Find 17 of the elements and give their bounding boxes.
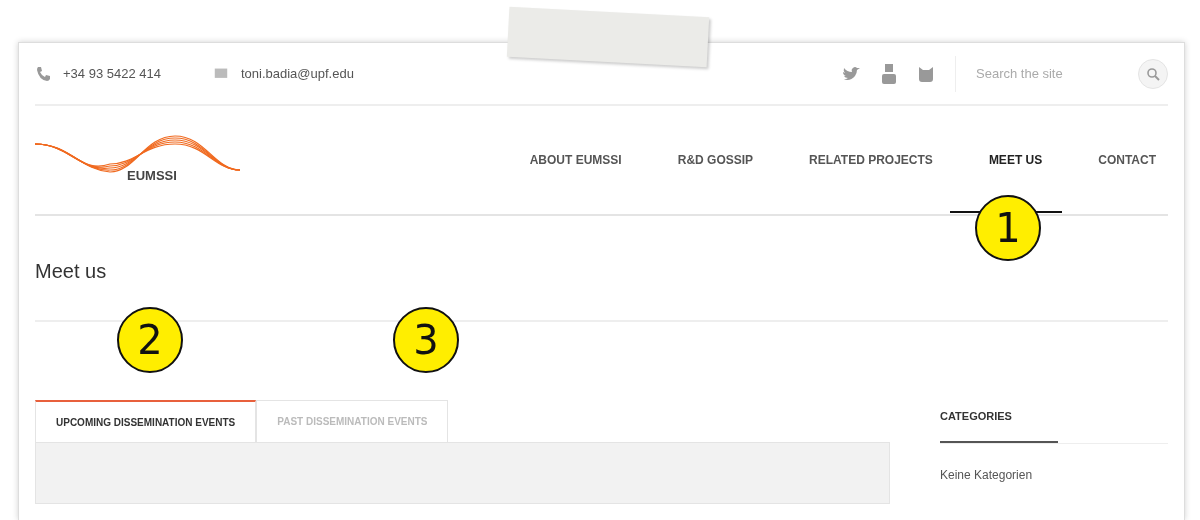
nav-link[interactable]: MEET US: [988, 153, 1043, 167]
search-icon: [1146, 66, 1160, 81]
page-title: Meet us: [35, 259, 107, 283]
phone-number: +34 93 5422 414: [63, 66, 161, 81]
nav-link[interactable]: RELATED PROJECTS: [809, 153, 933, 167]
nav-link[interactable]: R&D GOSSIP: [677, 153, 754, 167]
bird-icon[interactable]: [841, 64, 861, 83]
tab[interactable]: UPCOMING DISSEMINATION EVENTS: [35, 400, 257, 442]
cat-face-icon[interactable]: [917, 65, 935, 82]
nav-link[interactable]: CONTACT: [1098, 153, 1156, 167]
phone-icon: [35, 64, 53, 83]
search-button[interactable]: [1138, 58, 1168, 89]
sidebar-text: Keine Kategorien: [940, 468, 1034, 482]
nav-link[interactable]: ABOUT EUMSSI: [529, 153, 622, 167]
email-address[interactable]: toni.badia@upf.edu: [240, 66, 354, 81]
sidebar-heading: CATEGORIES: [940, 410, 1058, 443]
logo[interactable]: EUMSSI: [35, 130, 245, 190]
